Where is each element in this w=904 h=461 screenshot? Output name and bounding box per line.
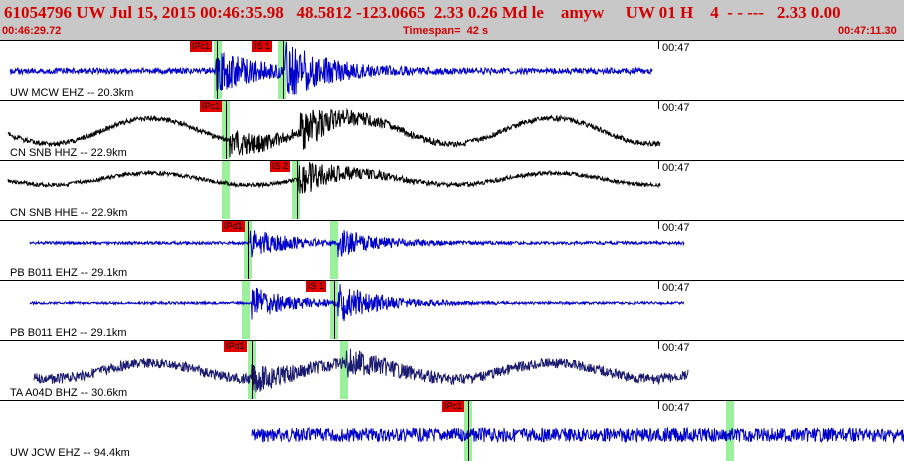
station-label: TA A04D BHZ -- 30.6km: [10, 387, 128, 399]
p-pick-line: [468, 401, 469, 461]
timespan: Timespan= 42 s: [403, 25, 489, 37]
time-label: 00:47: [662, 222, 690, 234]
time-tick: [658, 341, 659, 349]
time-label: 00:47: [662, 42, 690, 54]
waveform-trace: [29, 284, 684, 322]
p-pick-flag[interactable]: IPc1: [190, 41, 213, 52]
s-pick-flag[interactable]: IS 1: [252, 41, 273, 52]
time-tick: [658, 401, 659, 409]
time-tick: [658, 281, 659, 289]
waveform-path: [7, 162, 661, 194]
waveform-path: [29, 230, 685, 258]
p-pick-line: [217, 41, 218, 99]
waveform-path: [251, 426, 904, 444]
s-pick-line: [297, 161, 298, 219]
waveform-trace: [7, 162, 661, 194]
trace-panel-snb-hhz[interactable]: IPc1 00:47 CN SNB HHZ -- 22.9km: [0, 100, 904, 160]
time-label: 00:47: [662, 162, 690, 174]
station-label: CN SNB HHE -- 22.9km: [10, 207, 128, 219]
waveform-trace: [33, 348, 689, 393]
p-pick-line: [248, 221, 249, 279]
p-pick-line: [226, 101, 227, 159]
start-time: 00:46:29.72: [2, 25, 62, 37]
end-time: 00:47:11.30: [838, 25, 897, 37]
p-pick-flag[interactable]: IPc1: [200, 101, 223, 112]
time-tick: [658, 221, 659, 229]
time-tick: [658, 161, 659, 169]
p-pick-flag[interactable]: IPd1: [224, 341, 247, 352]
trace-panel-a04d-bhz[interactable]: IPd1 00:47 TA A04D BHZ -- 30.6km: [0, 340, 904, 400]
event-title: 61054796 UW Jul 15, 2015 00:46:35.98 48.…: [4, 3, 841, 22]
time-label: 00:47: [662, 342, 690, 354]
station-label: UW MCW EHZ -- 20.3km: [10, 87, 134, 99]
waveform-trace: [9, 41, 653, 95]
s-pick-flag[interactable]: IS 2: [270, 161, 291, 172]
trace-panel-b011-ehz[interactable]: IPd1 00:47 PB B011 EHZ -- 29.1km: [0, 220, 904, 280]
station-label: PB B011 EH2 -- 29.1km: [10, 327, 127, 339]
p-pick-line: [252, 341, 253, 399]
station-label: PB B011 EHZ -- 29.1km: [10, 267, 128, 279]
waveform-trace: [29, 230, 685, 258]
trace-panel-jcw-ehz[interactable]: IPc1 00:47 UW JCW EHZ -- 94.4km: [0, 400, 904, 461]
time-tick: [658, 101, 659, 109]
waveform-trace: [7, 107, 661, 158]
s-pick-line: [334, 281, 335, 339]
trace-panel-mcw[interactable]: IPc1 IS 1 00:47 UW MCW EHZ -- 20.3km: [0, 40, 904, 100]
station-label: UW JCW EHZ -- 94.4km: [10, 447, 130, 459]
p-pick-flag[interactable]: IPc1: [442, 401, 465, 412]
event-header: 61054796 UW Jul 15, 2015 00:46:35.98 48.…: [0, 0, 904, 40]
station-label: CN SNB HHZ -- 22.9km: [10, 147, 127, 159]
p-pick-flag[interactable]: IPd1: [222, 221, 245, 232]
time-tick: [658, 41, 659, 49]
s-pick-line: [283, 41, 284, 99]
time-label: 00:47: [662, 282, 690, 294]
waveform-path: [29, 284, 684, 322]
s-pick-flag[interactable]: IS 1: [306, 281, 327, 292]
time-label: 00:47: [662, 402, 690, 414]
time-label: 00:47: [662, 102, 690, 114]
waveform-path: [33, 348, 689, 393]
trace-panel-b011-eh2[interactable]: IS 1 00:47 PB B011 EH2 -- 29.1km: [0, 280, 904, 340]
trace-panel-snb-hhe[interactable]: IS 2 00:47 CN SNB HHE -- 22.9km: [0, 160, 904, 220]
